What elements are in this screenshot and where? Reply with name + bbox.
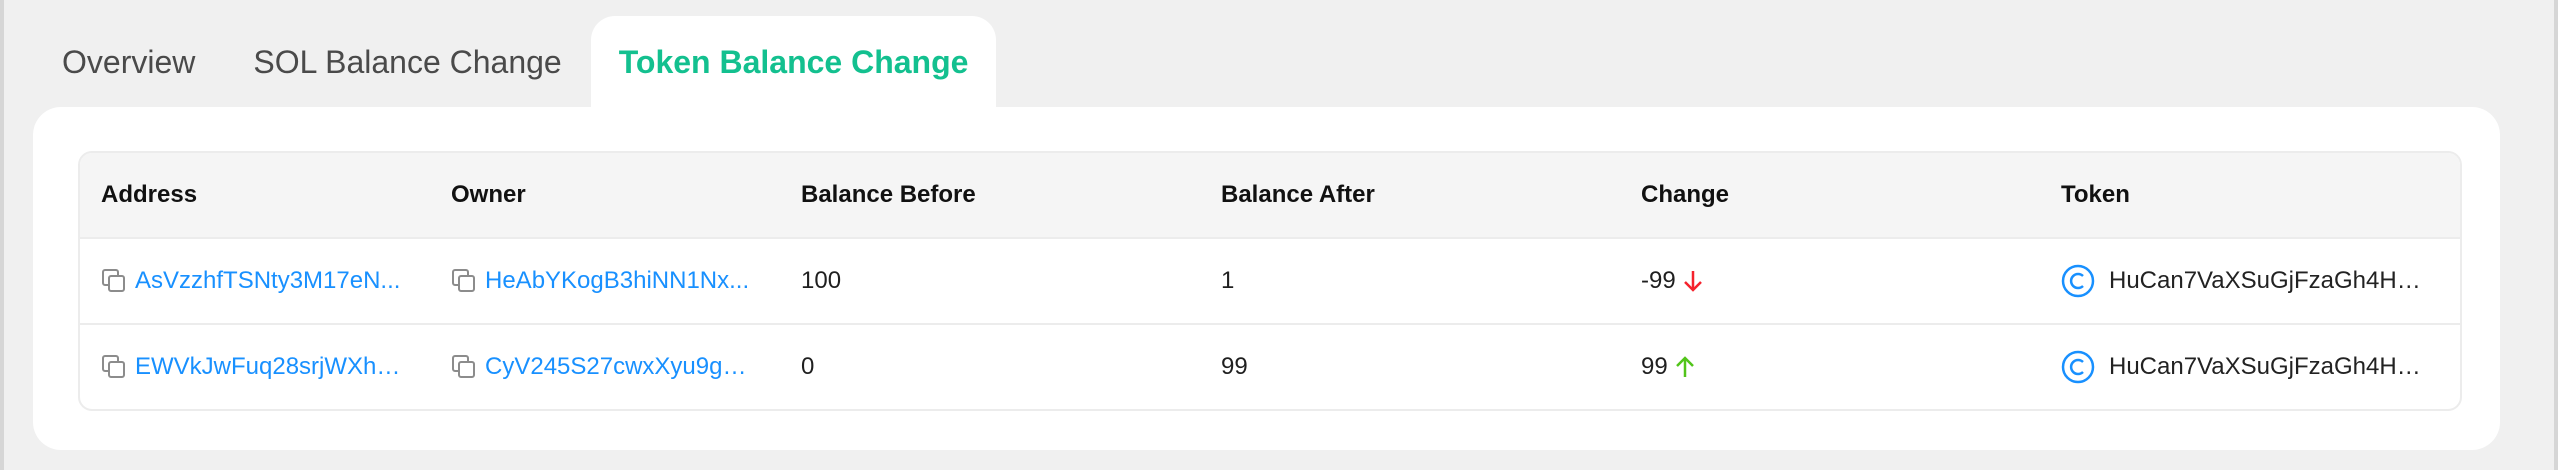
change-cell: 99	[1620, 353, 2040, 381]
token-balance-table: Address Owner Balance Before Balance Aft…	[78, 151, 2462, 411]
address-link[interactable]: EWVkJwFuq28srjWXhJ...	[135, 353, 405, 381]
tab-bar: Overview SOL Balance Change Token Balanc…	[33, 16, 997, 108]
token-address[interactable]: HuCan7VaXSuGjFzaGh4Hw...	[2109, 267, 2429, 295]
address-cell: EWVkJwFuq28srjWXhJ...	[80, 353, 430, 381]
address-cell: AsVzzhfTSNty3M17eN...	[80, 267, 430, 295]
table-row: AsVzzhfTSNty3M17eN... HeAbYKogB3hiNN1Nx.…	[80, 237, 2460, 323]
header-token: Token	[2061, 181, 2130, 208]
balance-after-cell: 1	[1221, 267, 1235, 294]
change-value: 99	[1641, 353, 1668, 380]
window-edge-left	[0, 0, 4, 470]
header-address: Address	[101, 181, 198, 208]
change-cell: -99	[1620, 267, 2040, 295]
tab-token-balance-change[interactable]: Token Balance Change	[590, 16, 997, 108]
window-edge-right	[2554, 0, 2558, 470]
arrow-up-icon	[1675, 356, 1694, 377]
header-change: Change	[1641, 181, 1730, 208]
copy-icon[interactable]	[451, 354, 477, 380]
header-balance-before: Balance Before	[801, 181, 976, 208]
copy-icon[interactable]	[101, 354, 127, 380]
balance-after-cell: 99	[1221, 353, 1248, 380]
copy-icon[interactable]	[101, 268, 127, 294]
owner-cell: CyV245S27cwxXyu9g3...	[430, 353, 780, 381]
change-value: -99	[1641, 267, 1676, 294]
token-c-icon	[2061, 350, 2095, 384]
header-owner: Owner	[451, 181, 526, 208]
arrow-down-icon	[1683, 271, 1702, 292]
token-cell: HuCan7VaXSuGjFzaGh4Hw...	[2040, 350, 2460, 384]
header-balance-after: Balance After	[1221, 181, 1375, 208]
tab-overview[interactable]: Overview	[33, 16, 224, 108]
token-c-icon	[2061, 264, 2095, 298]
content-card: Address Owner Balance Before Balance Aft…	[33, 107, 2500, 450]
address-link[interactable]: AsVzzhfTSNty3M17eN...	[135, 267, 400, 295]
owner-link[interactable]: CyV245S27cwxXyu9g3...	[485, 353, 755, 381]
balance-before-cell: 100	[801, 267, 842, 294]
owner-cell: HeAbYKogB3hiNN1Nx...	[430, 267, 780, 295]
balance-before-cell: 0	[801, 353, 815, 380]
table-row: EWVkJwFuq28srjWXhJ... CyV245S27cwxXyu9g3…	[80, 323, 2460, 409]
owner-link[interactable]: HeAbYKogB3hiNN1Nx...	[485, 267, 749, 295]
tab-sol-balance-change[interactable]: SOL Balance Change	[224, 16, 590, 108]
table-header: Address Owner Balance Before Balance Aft…	[80, 153, 2460, 237]
token-cell: HuCan7VaXSuGjFzaGh4Hw...	[2040, 264, 2460, 298]
copy-icon[interactable]	[451, 268, 477, 294]
token-address[interactable]: HuCan7VaXSuGjFzaGh4Hw...	[2109, 353, 2429, 381]
